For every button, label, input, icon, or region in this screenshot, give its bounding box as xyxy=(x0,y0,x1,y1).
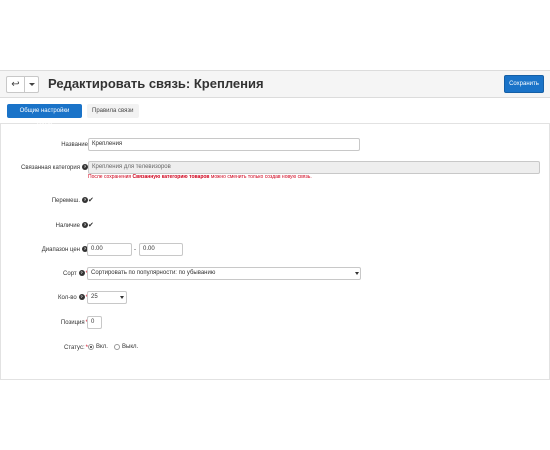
name-input[interactable]: Крепления xyxy=(88,138,360,151)
sort-label: Сорт?* xyxy=(63,270,88,277)
price-from-input[interactable]: 0.00 xyxy=(87,243,132,256)
availability-checkbox[interactable]: ✔ xyxy=(88,222,94,230)
help-icon[interactable]: ? xyxy=(78,294,85,301)
status-off-label: Выкл. xyxy=(122,344,139,350)
undo-arrow-icon: ↩ xyxy=(11,79,20,90)
status-off-radio[interactable] xyxy=(114,344,120,350)
sort-select[interactable]: Сортировать по популярности: по убыванию xyxy=(87,267,361,280)
position-input[interactable]: 0 xyxy=(87,316,102,329)
status-on-label: Вкл. xyxy=(96,344,108,350)
tab-link-rules[interactable]: Правила связи xyxy=(87,104,139,118)
shuffle-label: Перемеш.? xyxy=(51,197,88,204)
name-label: Название xyxy=(61,142,88,148)
status-label: Статус:* xyxy=(64,345,88,351)
count-label: Кол-во?* xyxy=(58,294,88,301)
price-to-input[interactable]: 0.00 xyxy=(139,243,183,256)
back-dropdown-button[interactable] xyxy=(25,77,38,92)
page-header: ↩ Редактировать связь: Крепления Сохрани… xyxy=(0,70,550,98)
availability-label: Наличие? xyxy=(55,222,88,229)
page-title: Редактировать связь: Крепления xyxy=(48,76,264,91)
chevron-down-icon xyxy=(28,83,35,86)
price-range-label: Диапазон цен? xyxy=(41,246,88,253)
save-button[interactable]: Сохранить xyxy=(504,75,544,93)
price-range-separator: - xyxy=(134,247,136,253)
tab-bar: Общие настройки связи Правила связи xyxy=(0,98,550,128)
chevron-down-icon xyxy=(120,296,124,299)
chevron-down-icon xyxy=(355,272,359,275)
shuffle-checkbox[interactable]: ✔ xyxy=(88,197,94,205)
help-icon[interactable]: ? xyxy=(78,270,85,277)
category-hint: После сохранения Связанную категорию тов… xyxy=(88,174,312,180)
category-field: Крепления для телевизоров xyxy=(88,161,540,174)
position-label: Позиция* xyxy=(60,320,88,326)
back-button[interactable]: ↩ xyxy=(7,77,25,92)
tab-general-settings[interactable]: Общие настройки связи xyxy=(7,104,82,128)
status-on-radio[interactable] xyxy=(88,344,94,350)
category-label: Связанная категория? xyxy=(21,164,88,171)
back-button-group: ↩ xyxy=(6,76,39,93)
